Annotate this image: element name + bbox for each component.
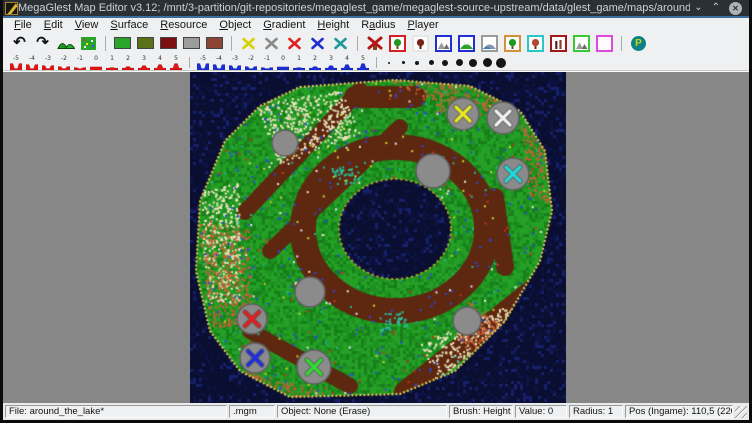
gradient-brush-2-button[interactable]: 2 <box>308 55 323 70</box>
height-brush-2-button[interactable]: 2 <box>121 55 136 70</box>
random-heights-button[interactable] <box>78 33 99 53</box>
editor-workspace[interactable] <box>3 71 749 403</box>
object-dead-tree-button[interactable] <box>410 33 431 53</box>
height-brush--3-button[interactable]: -3 <box>41 55 56 70</box>
gradient-brush-4-button[interactable]: 4 <box>340 55 355 70</box>
radius-9-button[interactable] <box>494 56 508 70</box>
gradient-brush-1-button[interactable]: 1 <box>292 55 307 70</box>
toolbar-separator <box>621 36 622 51</box>
radius-5-button[interactable] <box>438 56 452 70</box>
player-button[interactable]: P <box>628 33 649 53</box>
surface-stone-button[interactable] <box>181 33 202 53</box>
map-canvas[interactable] <box>190 72 566 403</box>
object-tree-button[interactable] <box>387 33 408 53</box>
app-window: MegaGlest Map Editor v3.12; /mnt/3-parti… <box>0 0 752 423</box>
menu-radius[interactable]: Radius <box>355 19 401 31</box>
object-water-object-button[interactable] <box>479 33 500 53</box>
menu-height[interactable]: Height <box>311 19 355 31</box>
close-button[interactable]: ✕ <box>729 2 742 15</box>
menu-edit[interactable]: Edit <box>38 19 69 31</box>
status-extension: .mgm <box>229 405 275 418</box>
menu-gradient[interactable]: Gradient <box>257 19 311 31</box>
menu-object[interactable]: Object <box>213 19 257 31</box>
gradient-brush--3-button[interactable]: -3 <box>228 55 243 70</box>
menu-bar: FileEditViewSurfaceResourceObjectGradien… <box>3 18 749 31</box>
radius-3-button[interactable] <box>410 56 424 70</box>
height-brush-0-button[interactable]: 0 <box>89 55 104 70</box>
brush-toolbar: -5-4-3-2-1012345-5-4-3-2-1012345 <box>3 55 749 71</box>
minimize-button[interactable]: ⌄ <box>694 3 702 13</box>
object-statue-button[interactable] <box>548 33 569 53</box>
object-hanged-button[interactable] <box>525 33 546 53</box>
gradient-brush--4-button[interactable]: -4 <box>212 55 227 70</box>
height-brush-1-button[interactable]: 1 <box>105 55 120 70</box>
gradient-brush-0-button[interactable]: 0 <box>276 55 291 70</box>
menu-resource[interactable]: Resource <box>154 19 213 31</box>
height-brush-3-button[interactable]: 3 <box>137 55 152 70</box>
status-pos: Pos (Ingame): 110,5 (220,10) <box>625 405 733 418</box>
surface-ground-button[interactable] <box>204 33 225 53</box>
radius-1-button[interactable] <box>382 56 396 70</box>
terrain-hills-icon[interactable] <box>55 33 76 53</box>
surface-secondary-grass-button[interactable] <box>135 33 156 53</box>
resource-stone-button[interactable] <box>261 33 282 53</box>
resource-custom3-button[interactable] <box>330 33 351 53</box>
height-brush-5-button[interactable]: 5 <box>169 55 184 70</box>
toolbar-separator <box>189 57 190 68</box>
status-value: Value: 0 <box>515 405 567 418</box>
toolbar-separator <box>105 36 106 51</box>
maximize-button[interactable]: ⌃ <box>712 3 720 13</box>
menu-surface[interactable]: Surface <box>104 19 154 31</box>
redo-button[interactable]: ↷ <box>32 33 53 53</box>
menu-view[interactable]: View <box>69 19 105 31</box>
gradient-brush-3-button[interactable]: 3 <box>324 55 339 70</box>
height-brush--5-button[interactable]: -5 <box>9 55 24 70</box>
resize-grip[interactable] <box>735 406 747 418</box>
height-brush--4-button[interactable]: -4 <box>25 55 40 70</box>
status-radius: Radius: 1 <box>569 405 623 418</box>
toolbar-separator <box>376 57 377 68</box>
toolbar-separator <box>231 36 232 51</box>
surface-grass-button[interactable] <box>112 33 133 53</box>
status-brush: Brush: Height <box>449 405 513 418</box>
gradient-brush--5-button[interactable]: -5 <box>196 55 211 70</box>
status-bar: File: around_the_lake* .mgm Object: None… <box>3 403 749 420</box>
resource-gold-button[interactable] <box>238 33 259 53</box>
menu-file[interactable]: File <box>8 19 38 31</box>
toolbar-separator <box>357 36 358 51</box>
status-file: File: around_the_lake* <box>5 405 227 418</box>
object-big-rock-button[interactable] <box>571 33 592 53</box>
object-erase-button[interactable] <box>364 33 385 53</box>
height-brush-4-button[interactable]: 4 <box>153 55 168 70</box>
radius-6-button[interactable] <box>452 56 466 70</box>
title-bar: MegaGlest Map Editor v3.12; /mnt/3-parti… <box>3 0 749 18</box>
main-toolbar: ↶↷ P <box>3 31 749 55</box>
surface-road-button[interactable] <box>158 33 179 53</box>
status-object: Object: None (Erase) <box>277 405 447 418</box>
radius-7-button[interactable] <box>466 56 480 70</box>
height-brush--1-button[interactable]: -1 <box>73 55 88 70</box>
app-icon <box>5 2 18 15</box>
object-big-tree-button[interactable] <box>502 33 523 53</box>
radius-8-button[interactable] <box>480 56 494 70</box>
undo-button[interactable]: ↶ <box>9 33 30 53</box>
height-brush--2-button[interactable]: -2 <box>57 55 72 70</box>
object-invisible-blocking-button[interactable] <box>594 33 615 53</box>
gradient-brush-5-button[interactable]: 5 <box>356 55 371 70</box>
gradient-brush--1-button[interactable]: -1 <box>260 55 275 70</box>
resource-custom1-button[interactable] <box>284 33 305 53</box>
radius-4-button[interactable] <box>424 56 438 70</box>
window-title: MegaGlest Map Editor v3.12; /mnt/3-parti… <box>18 2 690 14</box>
object-bush-button[interactable] <box>456 33 477 53</box>
resource-custom2-button[interactable] <box>307 33 328 53</box>
gradient-brush--2-button[interactable]: -2 <box>244 55 259 70</box>
menu-player[interactable]: Player <box>401 19 444 31</box>
radius-2-button[interactable] <box>396 56 410 70</box>
object-stone-button[interactable] <box>433 33 454 53</box>
